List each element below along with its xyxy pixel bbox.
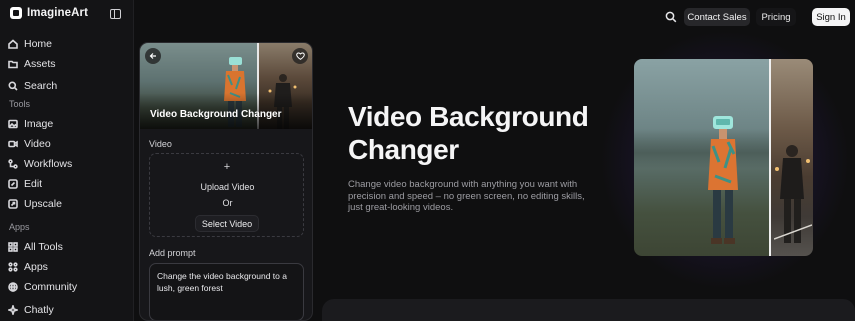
video-field-label: Video [149,139,172,149]
sidebar-item-label: Assets [24,58,56,70]
arrow-left-icon [149,53,156,59]
home-icon [8,39,18,49]
sidebar: ImagineArt Home Assets Search Tools Imag… [0,0,134,321]
tool-title: Video Background Changer [150,109,282,120]
sidebar-item-workflows[interactable]: Workflows [8,155,72,173]
sidebar-collapse-icon[interactable] [110,9,121,19]
preview-tree-line [634,129,769,169]
tool-hero-image: Video Background Changer [140,43,312,129]
search-icon [8,81,18,91]
sidebar-item-label: Chatly [24,304,54,316]
page-description: Change video background with anything yo… [348,179,585,213]
sidebar-item-label: Edit [24,178,43,190]
select-video-button[interactable]: Select Video [195,215,259,232]
brand-name: ImagineArt [27,7,89,19]
sidebar-item-label: Community [24,281,78,293]
sidebar-item-label: Workflows [24,158,73,170]
sign-in-button[interactable]: Sign In [812,8,850,26]
prompt-textarea[interactable]: Change the video background to a lush, g… [149,263,304,320]
sidebar-item-community[interactable]: Community [8,278,77,296]
contact-sales-button[interactable]: Contact Sales [684,8,750,26]
sidebar-item-label: All Tools [24,241,63,253]
prompt-field-label: Add prompt [149,248,196,258]
sidebar-item-home[interactable]: Home [8,35,52,53]
workflow-icon [8,159,18,169]
sidebar-item-label: Image [24,118,54,130]
sidebar-item-edit[interactable]: Edit [8,175,42,193]
sidebar-item-assets[interactable]: Assets [8,55,56,73]
preview-image [634,59,813,256]
section-label-apps: Apps [9,222,30,232]
chat-icon [8,305,18,315]
edit-icon [8,179,18,189]
imagineart-logo-icon [10,7,22,19]
pricing-button[interactable]: Pricing [756,8,796,26]
favorite-button[interactable] [292,48,308,64]
preview-city-figure [774,145,812,243]
image-icon [8,119,18,129]
video-icon [8,140,18,148]
brand[interactable]: ImagineArt [10,7,88,19]
apps-icon [8,262,18,272]
sidebar-item-all-tools[interactable]: All Tools [8,238,63,256]
or-label: Or [222,198,233,208]
folder-icon [8,60,18,69]
globe-icon [8,282,18,292]
sidebar-item-upscale[interactable]: Upscale [8,195,62,213]
video-upload-dropzone[interactable]: + Upload Video Or Select Video [149,153,304,237]
sidebar-item-label: Home [24,38,53,50]
grid-icon [8,242,18,252]
page-title: Video Background Changer [348,101,589,165]
back-button[interactable] [145,48,161,64]
sidebar-item-image[interactable]: Image [8,115,53,133]
preview-split-divider [769,59,771,256]
sidebar-item-label: Video [24,138,51,150]
sidebar-item-search[interactable]: Search [8,77,57,95]
sidebar-item-apps[interactable]: Apps [8,258,48,276]
bottom-section-card [322,299,855,321]
sidebar-item-label: Apps [24,261,48,273]
sidebar-item-chatly[interactable]: Chatly [8,301,54,319]
sidebar-item-label: Search [24,80,58,92]
sidebar-item-video[interactable]: Video [8,135,51,153]
upscale-icon [8,199,18,209]
plus-icon: + [223,161,231,173]
preview-person-figure [708,116,738,244]
sidebar-item-label: Upscale [24,198,62,210]
tool-panel: Video Background Changer Video + Upload … [139,42,313,321]
heart-icon [295,52,305,60]
upload-video-label: Upload Video [200,182,255,192]
header-search-icon[interactable] [665,11,677,23]
section-label-tools: Tools [9,99,31,109]
